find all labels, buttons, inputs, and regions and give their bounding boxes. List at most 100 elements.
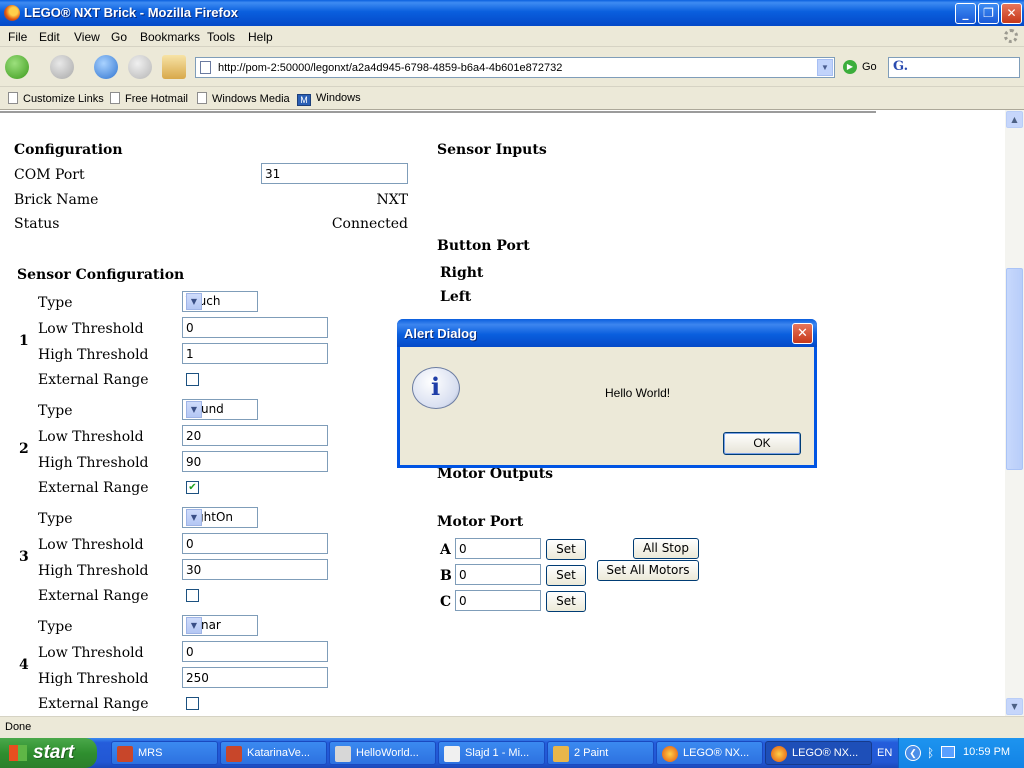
com-port-label: COM Port bbox=[14, 167, 85, 183]
taskbar-item-katarina[interactable]: KatarinaVe... bbox=[220, 741, 327, 765]
bookmark-windows-media[interactable]: Windows Media bbox=[197, 92, 290, 105]
throbber-icon bbox=[1004, 29, 1018, 43]
maximize-button[interactable]: ❐ bbox=[978, 3, 999, 24]
bookmark-windows[interactable]: M Windows bbox=[297, 92, 361, 106]
status-text: Done bbox=[5, 721, 32, 733]
bookmark-free-hotmail[interactable]: Free Hotmail bbox=[110, 92, 188, 105]
type-label: Type bbox=[38, 295, 73, 311]
window-title: LEGO® NXT Brick - Mozilla Firefox bbox=[24, 5, 238, 20]
menu-edit[interactable]: Edit bbox=[39, 30, 60, 44]
address-bar[interactable]: ▼ bbox=[195, 57, 835, 78]
menu-tools[interactable]: Tools bbox=[207, 30, 235, 44]
go-button[interactable]: ▶ Go bbox=[843, 60, 877, 74]
start-button[interactable]: start bbox=[0, 738, 97, 768]
ok-button[interactable]: OK bbox=[723, 432, 801, 455]
high-threshold-input[interactable] bbox=[182, 559, 328, 580]
bookmark-label: Windows bbox=[316, 92, 361, 104]
set-motor-c-button[interactable]: Set bbox=[546, 591, 586, 612]
high-threshold-label: High Threshold bbox=[38, 671, 149, 687]
all-stop-button[interactable]: All Stop bbox=[633, 538, 699, 559]
external-range-checkbox[interactable] bbox=[186, 373, 199, 386]
sensor-type-select[interactable]: Sound ▼ bbox=[182, 399, 258, 420]
sensor-type-select[interactable]: Sonar ▼ bbox=[182, 615, 258, 636]
url-dropdown-icon[interactable]: ▼ bbox=[817, 59, 833, 76]
alert-dialog: Alert Dialog ✕ i Hello World! OK bbox=[397, 319, 817, 468]
status-label: Status bbox=[14, 216, 60, 232]
go-arrow-icon: ▶ bbox=[843, 60, 857, 74]
scroll-up-icon[interactable]: ▲ bbox=[1006, 111, 1023, 128]
stop-icon[interactable] bbox=[128, 55, 152, 79]
bookmark-page-icon bbox=[197, 92, 207, 104]
motor-b-input[interactable] bbox=[455, 564, 541, 585]
taskbar-item-helloworld[interactable]: HelloWorld... bbox=[329, 741, 436, 765]
chevron-down-icon: ▼ bbox=[186, 401, 202, 418]
scroll-down-icon[interactable]: ▼ bbox=[1006, 698, 1023, 715]
high-threshold-input[interactable] bbox=[182, 343, 328, 364]
dialog-title-bar[interactable]: Alert Dialog ✕ bbox=[397, 319, 817, 347]
chevron-down-icon: ▼ bbox=[186, 617, 202, 634]
taskbar-item-lego-2[interactable]: LEGO® NX... bbox=[765, 741, 872, 765]
menu-help[interactable]: Help bbox=[248, 30, 273, 44]
motor-a-input[interactable] bbox=[455, 538, 541, 559]
bookmark-label: Windows Media bbox=[212, 93, 290, 105]
chevron-left-icon[interactable]: ❮ bbox=[905, 745, 921, 761]
high-threshold-label: High Threshold bbox=[38, 455, 149, 471]
low-threshold-label: Low Threshold bbox=[38, 645, 144, 661]
url-input[interactable] bbox=[218, 60, 808, 75]
system-tray: ❮ ᛒ 10:59 PM bbox=[898, 738, 1024, 768]
dialog-close-button[interactable]: ✕ bbox=[792, 323, 813, 344]
high-threshold-input[interactable] bbox=[182, 451, 328, 472]
network-icon[interactable] bbox=[941, 746, 955, 758]
low-threshold-label: Low Threshold bbox=[38, 321, 144, 337]
search-box[interactable]: G. bbox=[888, 57, 1020, 78]
low-threshold-input[interactable] bbox=[182, 317, 328, 338]
dialog-message: Hello World! bbox=[605, 386, 671, 400]
brick-name-value: NXT bbox=[376, 192, 408, 208]
configuration-heading: Configuration bbox=[14, 142, 123, 158]
taskbar-item-lego-1[interactable]: LEGO® NX... bbox=[656, 741, 763, 765]
sensor-type-select[interactable]: Touch ▼ bbox=[182, 291, 258, 312]
reload-icon[interactable] bbox=[94, 55, 118, 79]
minimize-button[interactable]: _ bbox=[955, 3, 976, 24]
set-motor-b-button[interactable]: Set bbox=[546, 565, 586, 586]
external-range-checkbox[interactable]: ✔ bbox=[186, 481, 199, 494]
low-threshold-input[interactable] bbox=[182, 641, 328, 662]
motor-label: B bbox=[440, 568, 452, 584]
clock[interactable]: 10:59 PM bbox=[963, 746, 1010, 758]
msn-icon: M bbox=[297, 94, 311, 106]
language-indicator[interactable]: EN bbox=[877, 747, 892, 759]
scrollbar-thumb[interactable] bbox=[1006, 268, 1023, 470]
motor-c-input[interactable] bbox=[455, 590, 541, 611]
bookmark-label: Customize Links bbox=[23, 93, 104, 105]
taskbar-item-slajd[interactable]: Slajd 1 - Mi... bbox=[438, 741, 545, 765]
low-threshold-input[interactable] bbox=[182, 533, 328, 554]
taskbar-item-mrs[interactable]: MRS bbox=[111, 741, 218, 765]
forward-icon[interactable] bbox=[50, 55, 74, 79]
back-icon[interactable] bbox=[5, 55, 29, 79]
sensor-type-select[interactable]: LightOn ▼ bbox=[182, 507, 258, 528]
high-threshold-input[interactable] bbox=[182, 667, 328, 688]
taskbar: start MRS KatarinaVe... HelloWorld... Sl… bbox=[0, 738, 1024, 768]
sensor-configuration-heading: Sensor Configuration bbox=[17, 267, 185, 283]
bluetooth-icon[interactable]: ᛒ bbox=[927, 746, 934, 760]
low-threshold-input[interactable] bbox=[182, 425, 328, 446]
taskbar-item-paint[interactable]: 2 Paint bbox=[547, 741, 654, 765]
home-icon[interactable] bbox=[162, 55, 186, 79]
external-range-checkbox[interactable] bbox=[186, 589, 199, 602]
close-button[interactable]: ✕ bbox=[1001, 3, 1022, 24]
external-range-checkbox[interactable] bbox=[186, 697, 199, 710]
menu-bookmarks[interactable]: Bookmarks bbox=[140, 30, 200, 44]
bookmark-customize-links[interactable]: Customize Links bbox=[8, 92, 104, 105]
high-threshold-label: High Threshold bbox=[38, 347, 149, 363]
set-all-motors-button[interactable]: Set All Motors bbox=[597, 560, 699, 581]
brick-name-label: Brick Name bbox=[14, 192, 99, 208]
vertical-scrollbar[interactable]: ▲ ▼ bbox=[1005, 110, 1024, 716]
set-motor-a-button[interactable]: Set bbox=[546, 539, 586, 560]
menu-go[interactable]: Go bbox=[111, 30, 127, 44]
menu-file[interactable]: File bbox=[8, 30, 27, 44]
high-threshold-label: High Threshold bbox=[38, 563, 149, 579]
com-port-input[interactable] bbox=[261, 163, 408, 184]
menu-view[interactable]: View bbox=[74, 30, 100, 44]
window-title-bar[interactable]: LEGO® NXT Brick - Mozilla Firefox _ ❐ ✕ bbox=[0, 0, 1024, 26]
external-range-label: External Range bbox=[38, 588, 149, 604]
